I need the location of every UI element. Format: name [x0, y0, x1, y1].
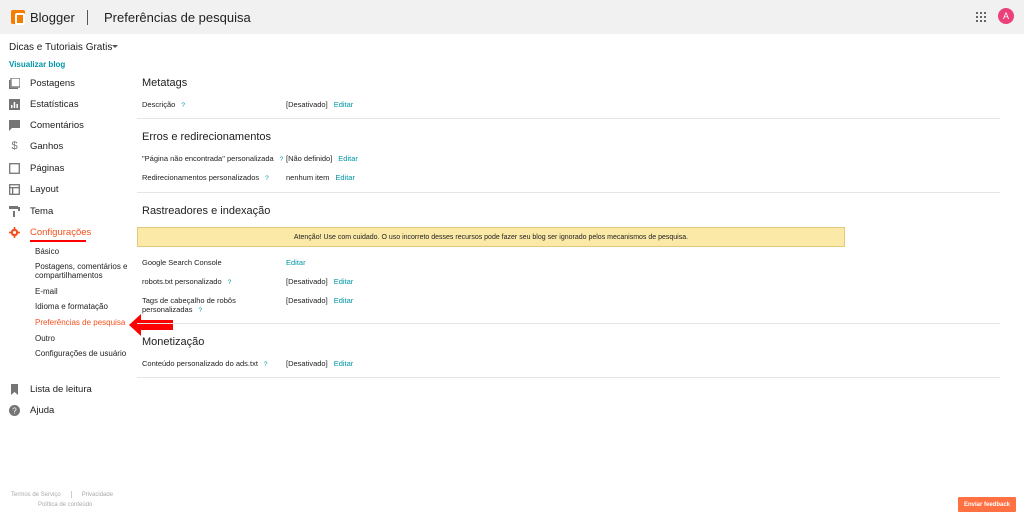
description-label: Descrição? [142, 100, 185, 109]
section-title-errors: Erros e redirecionamentos [142, 131, 272, 143]
robots-tags-value: [Desativado] Editar [286, 296, 354, 305]
sidebar-item-label: Configurações [30, 226, 92, 238]
stats-icon [9, 98, 20, 110]
sidebar-item-label: Estatísticas [30, 98, 79, 110]
sidebar-item-paginas[interactable]: Páginas [9, 161, 64, 175]
edit-description-link[interactable]: Editar [334, 100, 354, 109]
paint-roller-icon [9, 205, 20, 217]
section-title-crawlers: Rastreadores e indexação [142, 205, 271, 217]
help-icon[interactable]: ? [264, 361, 268, 368]
blogger-logo-icon[interactable] [11, 10, 25, 25]
sidebar-item-configuracoes[interactable]: Configurações [9, 225, 91, 239]
sidebar-item-postagens[interactable]: Postagens [9, 76, 75, 90]
sidebar-item-estatisticas[interactable]: Estatísticas [9, 97, 79, 111]
robots-label: robots.txt personalizado? [142, 277, 232, 286]
ads-txt-value: [Desativado] Editar [286, 359, 354, 368]
sidebar-item-label: Layout [30, 183, 59, 195]
footer-links: Termos de Serviço Privacidade [11, 491, 113, 498]
description-value: [Desativado] Editar [286, 100, 354, 109]
sidebar-item-layout[interactable]: Layout [9, 182, 59, 196]
brand-name[interactable]: Blogger [30, 10, 75, 25]
sub-item-basico[interactable]: Básico [35, 247, 59, 256]
sidebar-item-label: Postagens [30, 77, 75, 89]
privacy-link[interactable]: Privacidade [82, 492, 113, 498]
bookmark-icon [9, 383, 20, 395]
help-icon[interactable]: ? [181, 102, 185, 109]
terms-link[interactable]: Termos de Serviço [11, 492, 61, 498]
robots-tags-label: Tags de cabeçalho de robôs personalizadas… [142, 296, 236, 314]
gsc-value: Editar [286, 258, 306, 267]
blog-selector[interactable]: Dicas e Tutoriais Gratis [9, 42, 112, 53]
avatar[interactable]: A [998, 8, 1014, 24]
chevron-down-icon[interactable] [112, 45, 118, 48]
section-divider [137, 323, 1000, 324]
section-title-monetization: Monetização [142, 336, 205, 348]
help-icon[interactable]: ? [198, 307, 202, 314]
help-icon[interactable]: ? [280, 156, 284, 163]
redirects-label: Redirecionamentos personalizados? [142, 173, 269, 182]
warning-banner: Atenção! Use com cuidado. O uso incorret… [137, 227, 845, 247]
posts-icon [9, 77, 20, 89]
svg-text:?: ? [12, 406, 17, 415]
ads-txt-label: Conteúdo personalizado do ads.txt? [142, 359, 268, 368]
edit-robots-tags-link[interactable]: Editar [334, 296, 354, 305]
pages-icon [9, 162, 20, 174]
edit-not-found-link[interactable]: Editar [338, 154, 358, 163]
robots-value: [Desativado] Editar [286, 277, 354, 286]
sidebar-item-label: Ajuda [30, 404, 55, 416]
section-divider [137, 192, 1000, 193]
send-feedback-button[interactable]: Enviar feedback [958, 497, 1016, 512]
edit-robots-link[interactable]: Editar [334, 277, 354, 286]
section-title-metatags: Metatags [142, 77, 188, 89]
sidebar-item-tema[interactable]: Tema [9, 204, 53, 218]
sidebar-item-label: Páginas [30, 162, 65, 174]
sidebar-item-label: Lista de leitura [30, 383, 92, 395]
sidebar-item-ganhos[interactable]: $ Ganhos [9, 139, 63, 153]
sub-item-email[interactable]: E-mail [35, 287, 58, 296]
sidebar-item-comentarios[interactable]: Comentários [9, 118, 84, 132]
edit-redirects-link[interactable]: Editar [335, 173, 355, 182]
sidebar-item-ajuda[interactable]: ? Ajuda [9, 403, 54, 417]
sidebar-item-label: Ganhos [30, 140, 64, 152]
gear-icon [9, 226, 20, 238]
section-divider [137, 377, 1000, 378]
layout-icon [9, 183, 20, 195]
redirects-value: nenhum item Editar [286, 173, 355, 182]
edit-gsc-link[interactable]: Editar [286, 258, 306, 267]
edit-ads-txt-link[interactable]: Editar [334, 359, 354, 368]
sidebar-item-lista-leitura[interactable]: Lista de leitura [9, 382, 92, 396]
page-title: Preferências de pesquisa [104, 10, 251, 25]
view-blog-link[interactable]: Visualizar blog [9, 60, 65, 69]
app-header: Blogger Preferências de pesquisa A [0, 0, 1024, 34]
red-arrow-annotation [129, 314, 173, 336]
comments-icon [9, 119, 20, 131]
help-icon[interactable]: ? [265, 175, 269, 182]
sub-item-postagens-comentarios[interactable]: Postagens, comentários e compartilhament… [35, 262, 130, 280]
sub-item-idioma[interactable]: Idioma e formatação [35, 302, 108, 311]
content-policy-link[interactable]: Política de conteúdo [38, 502, 92, 508]
sub-item-preferencias-pesquisa[interactable]: Preferências de pesquisa [35, 318, 125, 327]
gsc-label: Google Search Console [142, 258, 222, 267]
sub-item-configuracoes-usuario[interactable]: Configurações de usuário [35, 349, 126, 358]
dollar-icon: $ [11, 140, 18, 152]
sub-item-outro[interactable]: Outro [35, 334, 55, 343]
sidebar-item-label: Comentários [30, 119, 84, 131]
sidebar-item-label: Tema [30, 205, 54, 217]
help-icon[interactable]: ? [228, 279, 232, 286]
header-divider [87, 10, 88, 25]
section-divider [137, 118, 1000, 119]
apps-grid-icon[interactable] [976, 12, 986, 22]
not-found-value: [Não definido] Editar [286, 154, 358, 163]
not-found-label: "Página não encontrada" personalizada? [142, 154, 284, 163]
help-icon: ? [9, 404, 20, 416]
active-underline [30, 240, 86, 242]
